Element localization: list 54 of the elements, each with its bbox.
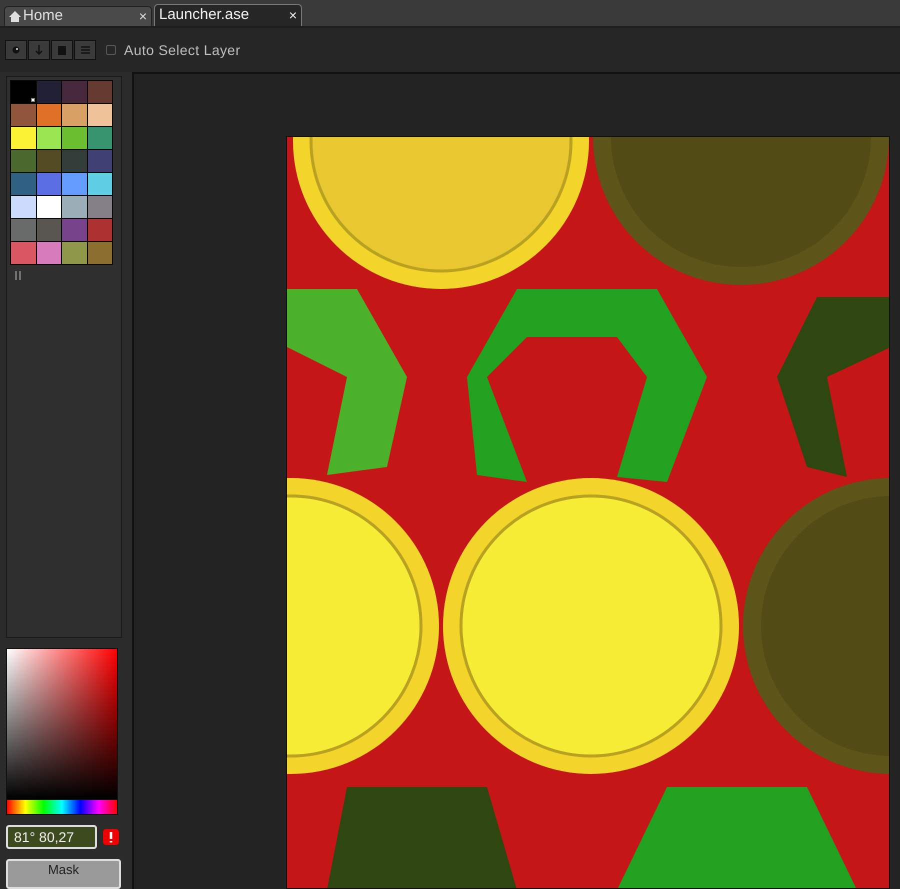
menu-icon (80, 46, 90, 54)
color-swatch[interactable] (11, 81, 36, 103)
tab[interactable]: Home × (4, 6, 152, 26)
color-swatch[interactable] (62, 242, 86, 264)
tool-button[interactable] (28, 40, 50, 60)
color-swatch[interactable] (62, 150, 86, 172)
tool-button[interactable] (5, 40, 27, 60)
color-swatch[interactable] (62, 219, 86, 241)
close-icon[interactable]: × (288, 5, 297, 26)
color-swatch[interactable] (36, 150, 61, 172)
warning-icon (103, 829, 119, 846)
color-swatch[interactable] (88, 196, 112, 218)
color-swatch[interactable] (36, 196, 61, 218)
color-swatch[interactable] (36, 81, 61, 103)
color-swatch[interactable] (88, 104, 112, 126)
color-swatch[interactable] (36, 104, 61, 126)
color-swatch[interactable] (88, 127, 112, 149)
mask-button[interactable]: Mask (6, 859, 121, 889)
color-swatch[interactable] (62, 173, 86, 195)
color-swatch[interactable] (36, 173, 61, 195)
color-picker[interactable] (6, 648, 118, 816)
pencil-icon (12, 46, 20, 54)
color-swatch[interactable] (62, 196, 86, 218)
menu-button[interactable] (74, 40, 96, 60)
color-swatch[interactable] (88, 219, 112, 241)
tab-label: Launcher.ase (159, 5, 250, 26)
arrow-down-icon (35, 45, 43, 55)
checkbox[interactable] (106, 45, 116, 55)
color-swatch[interactable] (36, 127, 61, 149)
color-swatch[interactable] (11, 196, 36, 218)
grip-icon (15, 271, 21, 280)
color-swatch[interactable] (88, 173, 112, 195)
tab-label: Home (23, 6, 64, 26)
tab[interactable]: Launcher.ase × (154, 4, 302, 26)
tool-button[interactable] (51, 40, 73, 60)
color-swatch[interactable] (36, 219, 61, 241)
color-swatch[interactable] (11, 127, 36, 149)
color-swatch[interactable] (62, 81, 86, 103)
color-swatch[interactable] (11, 219, 36, 241)
color-swatch[interactable] (88, 81, 112, 103)
color-swatch[interactable] (11, 104, 36, 126)
checkbox-label: Auto Select Layer (124, 40, 240, 60)
color-swatch[interactable] (11, 242, 36, 264)
color-swatch[interactable] (62, 127, 86, 149)
color-swatch[interactable] (62, 104, 86, 126)
color-swatch[interactable] (11, 150, 36, 172)
color-value-field[interactable]: 81° 80,27 (6, 825, 97, 850)
color-swatch[interactable] (36, 242, 61, 264)
home-icon (9, 11, 21, 22)
square-icon (58, 46, 66, 54)
color-swatch[interactable] (11, 173, 36, 195)
color-swatch[interactable] (88, 150, 112, 172)
color-swatch[interactable] (88, 242, 112, 264)
close-icon[interactable]: × (138, 6, 147, 27)
